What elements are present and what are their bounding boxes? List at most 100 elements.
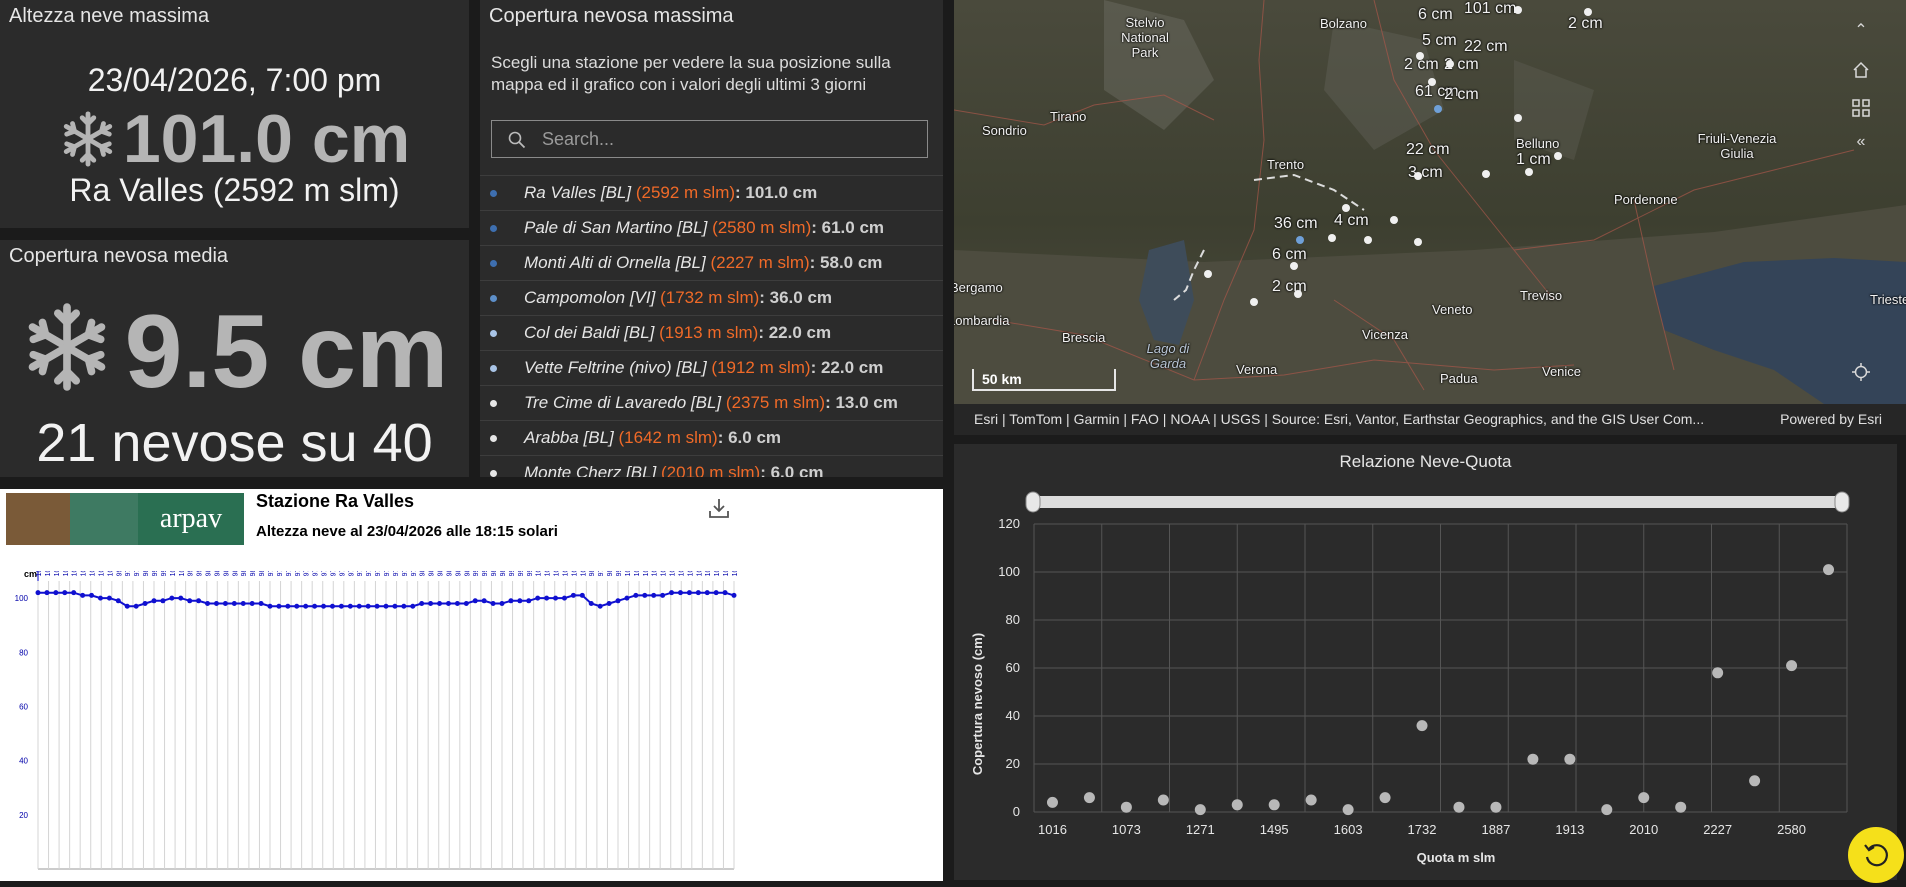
data-point [365, 603, 371, 609]
data-point [669, 590, 675, 596]
data-label: 102 [45, 571, 52, 576]
station-list-item[interactable]: Col dei Baldi [BL] (1913 m slm): 22.0 cm [480, 315, 943, 350]
data-label: 100 [98, 571, 105, 576]
station-marker[interactable] [1446, 60, 1454, 68]
station-elevation: (1912 m slm) [711, 358, 811, 377]
station-marker[interactable] [1342, 204, 1350, 212]
data-label: 99 [473, 571, 480, 576]
data-point [115, 598, 121, 604]
station-marker[interactable] [1294, 290, 1302, 298]
data-point [445, 601, 451, 607]
data-label: 98 [607, 571, 614, 576]
collapse-left-button[interactable]: « [1838, 122, 1884, 162]
station-list-item[interactable]: Campomolon [VI] (1732 m slm): 36.0 cm [480, 280, 943, 315]
map-place: Pordenone [1614, 192, 1678, 207]
map-place: Trieste [1870, 292, 1906, 307]
data-point [276, 603, 282, 609]
station-snow-value: : 22.0 cm [810, 358, 884, 377]
data-label: 102 [723, 571, 730, 576]
scale-label: 50 km [982, 371, 1022, 387]
station-marker[interactable] [1514, 6, 1522, 14]
locate-button[interactable] [1838, 352, 1884, 392]
map-place: Sondrio [982, 123, 1027, 138]
station-elevation: (1732 m slm) [660, 288, 760, 307]
y-tick-label: 60 [19, 702, 28, 711]
data-point [62, 590, 68, 596]
station-marker[interactable] [1416, 52, 1424, 60]
locate-icon [1852, 363, 1870, 381]
station-list-item[interactable]: Arabba [BL] (1642 m slm): 6.0 cm [480, 420, 943, 455]
data-point [392, 603, 398, 609]
powered-by-esri[interactable]: Powered by Esri [1780, 411, 1882, 427]
station-list-item[interactable]: Monti Alti di Ornella [BL] (2227 m slm):… [480, 245, 943, 280]
data-label: 101 [661, 571, 668, 576]
data-point [1157, 794, 1169, 806]
data-point [508, 598, 514, 604]
data-point [383, 603, 389, 609]
data-point [249, 601, 255, 607]
data-point [1194, 804, 1206, 816]
station-snow-value: : 6.0 cm [760, 463, 824, 477]
data-point [651, 592, 657, 598]
map-view[interactable]: Stelvio National Park Bolzano Sondrio Ti… [954, 0, 1906, 435]
map-place: Lago di Garda [1146, 341, 1190, 371]
data-point [677, 590, 683, 596]
station-list-item[interactable]: Vette Feltrine (nivo) [BL] (1912 m slm):… [480, 350, 943, 385]
data-point [374, 603, 380, 609]
data-label: 99 [527, 571, 534, 576]
data-point [1823, 564, 1835, 576]
station-marker[interactable] [1414, 172, 1422, 180]
station-list-item[interactable]: Monte Cherz [BL] (2010 m slm): 6.0 cm [480, 455, 943, 477]
station-marker[interactable] [1204, 270, 1212, 278]
station-marker[interactable] [1328, 234, 1336, 242]
data-point [80, 592, 86, 598]
data-label: 100 [536, 571, 543, 576]
station-list-item[interactable]: Tre Cime di Lavaredo [BL] (2375 m slm): … [480, 385, 943, 420]
station-marker[interactable] [1525, 168, 1533, 176]
avg-cover-title: Copertura nevosa media [9, 245, 229, 267]
snowflake-icon [63, 111, 112, 167]
station-marker[interactable] [1250, 298, 1258, 306]
data-label: 98 [250, 571, 257, 576]
station-marker[interactable] [1296, 236, 1304, 244]
station-list-item[interactable]: Pale di San Martino [BL] (2580 m slm): 6… [480, 210, 943, 245]
station-snow-value: : 13.0 cm [825, 393, 898, 412]
x-tick-label: 1073 [1112, 822, 1141, 837]
data-point [1490, 801, 1502, 813]
station-marker[interactable] [1434, 105, 1442, 113]
collapse-up-button[interactable]: ⌃ [1838, 10, 1884, 50]
station-marker[interactable] [1290, 262, 1298, 270]
refresh-button[interactable] [1848, 827, 1904, 883]
data-label: 102 [687, 571, 694, 576]
data-point [285, 603, 291, 609]
station-marker[interactable] [1428, 78, 1436, 86]
map-place: Bolzano [1320, 16, 1367, 31]
data-point [553, 595, 559, 601]
data-label: 101 [652, 571, 659, 576]
station-marker[interactable] [1554, 152, 1562, 160]
station-marker[interactable] [1584, 8, 1592, 16]
download-icon[interactable] [708, 497, 730, 519]
station-list: Ra Valles [BL] (2592 m slm): 101.0 cm Pal… [480, 175, 943, 477]
zoom-slider[interactable] [1025, 491, 1850, 513]
station-marker[interactable] [1364, 236, 1372, 244]
data-point [294, 603, 300, 609]
station-list-item[interactable]: Ra Valles [BL] (2592 m slm): 101.0 cm [480, 175, 943, 210]
station-marker[interactable] [1514, 114, 1522, 122]
data-point [267, 603, 273, 609]
station-marker[interactable] [1414, 238, 1422, 246]
data-point [481, 598, 487, 604]
station-marker[interactable] [1390, 216, 1398, 224]
station-marker[interactable] [1482, 170, 1490, 178]
data-label: 101 [634, 571, 641, 576]
station-list-title: Copertura nevosa massima [489, 5, 734, 27]
station-snow-value: : 36.0 cm [759, 288, 833, 307]
data-label: 97 [322, 571, 329, 576]
search-input[interactable]: Search... [491, 120, 928, 158]
data-point [615, 598, 621, 604]
data-point [312, 603, 318, 609]
home-button[interactable] [1838, 50, 1884, 90]
attribution-text[interactable]: Esri | TomTom | Garmin | FAO | NOAA | US… [974, 411, 1704, 427]
station-chart-panel: arpav Stazione Ra Valles Altezza neve al… [0, 489, 943, 881]
x-tick-label: 1887 [1481, 822, 1510, 837]
